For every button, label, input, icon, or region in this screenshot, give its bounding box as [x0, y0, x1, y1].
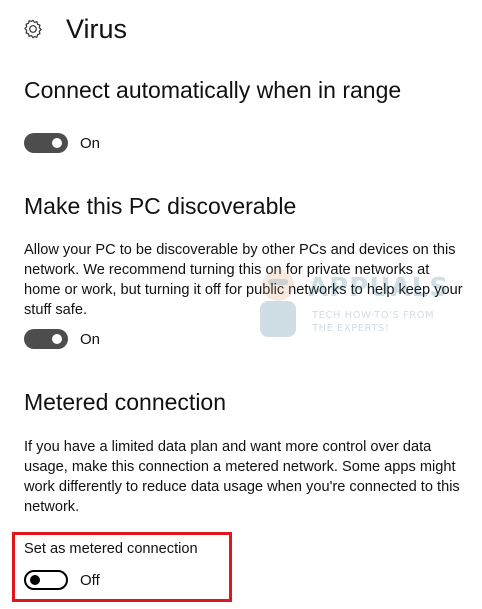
page-title: Virus — [66, 13, 128, 44]
watermark-tagline-line-2: THE EXPERTS! — [312, 323, 390, 334]
metered-toggle-row[interactable]: Off — [24, 570, 100, 590]
metered-connection-description: If you have a limited data plan and want… — [24, 439, 460, 515]
toggle-state-label: On — [80, 330, 101, 348]
toggle-knob — [52, 138, 62, 148]
page-header: Virus — [22, 12, 127, 46]
toggle-knob — [52, 334, 62, 344]
gear-icon — [22, 18, 44, 40]
discoverable-heading: Make this PC discoverable — [24, 193, 297, 219]
toggle-knob — [30, 575, 40, 585]
toggle-state-label: Off — [80, 571, 100, 589]
set-as-metered-label: Set as metered connection — [24, 541, 198, 557]
discoverable-toggle-row[interactable]: On — [24, 329, 100, 349]
connect-automatically-toggle-row[interactable]: On — [24, 133, 100, 153]
connect-automatically-heading: Connect automatically when in range — [24, 77, 402, 103]
discoverable-toggle[interactable] — [24, 329, 68, 349]
metered-connection-heading: Metered connection — [24, 389, 227, 415]
discoverable-description: Allow your PC to be discoverable by othe… — [24, 242, 463, 318]
connect-automatically-toggle[interactable] — [24, 133, 68, 153]
metered-connection-toggle[interactable] — [24, 570, 68, 590]
toggle-state-label: On — [80, 134, 101, 152]
